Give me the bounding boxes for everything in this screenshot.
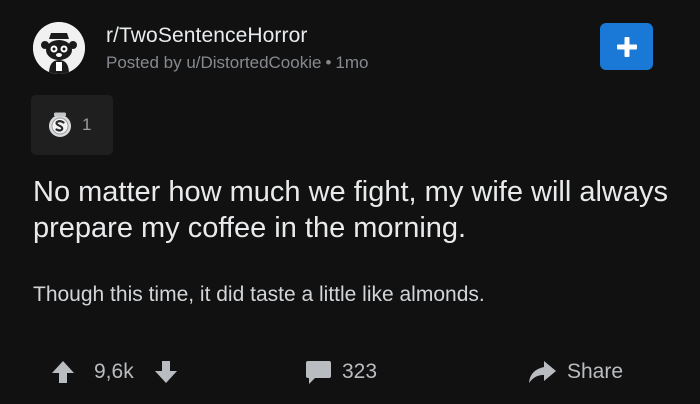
award-badge[interactable]: 1 — [31, 95, 113, 155]
downvote-arrow-icon — [155, 361, 177, 383]
subreddit-name[interactable]: r/TwoSentenceHorror — [106, 24, 368, 48]
post-header: r/TwoSentenceHorror Posted by u/Distorte… — [33, 22, 368, 74]
post-age: 1mo — [335, 52, 369, 72]
share-label: Share — [567, 360, 624, 383]
upvote-button[interactable] — [51, 358, 75, 386]
share-arrow-icon — [529, 361, 556, 383]
action-bar: 9,6k 323 Share — [0, 350, 700, 394]
award-count: 1 — [82, 115, 92, 134]
downvote-button[interactable] — [154, 358, 178, 386]
join-button[interactable] — [600, 23, 653, 70]
alien-avatar-icon — [33, 22, 85, 74]
subreddit-avatar[interactable] — [33, 22, 85, 74]
header-text: r/TwoSentenceHorror Posted by u/Distorte… — [106, 24, 368, 73]
comments-button[interactable]: 323 — [305, 358, 377, 386]
post-meta: Posted by u/DistortedCookie • 1mo — [106, 53, 368, 73]
upvote-arrow-icon — [52, 361, 74, 383]
share-button[interactable]: Share — [527, 358, 623, 386]
posted-by[interactable]: Posted by u/DistortedCookie — [106, 53, 321, 72]
vote-score: 9,6k — [94, 360, 134, 383]
silver-award-icon — [49, 112, 71, 137]
post-body: Though this time, it did taste a little … — [33, 283, 485, 306]
comment-bubble-icon — [306, 361, 331, 384]
plus-icon — [616, 36, 637, 57]
post-card: r/TwoSentenceHorror Posted by u/Distorte… — [0, 0, 700, 404]
post-title[interactable]: No matter how much we fight, my wife wil… — [33, 174, 673, 246]
comment-count: 323 — [342, 360, 378, 383]
meta-separator: • — [325, 52, 332, 72]
